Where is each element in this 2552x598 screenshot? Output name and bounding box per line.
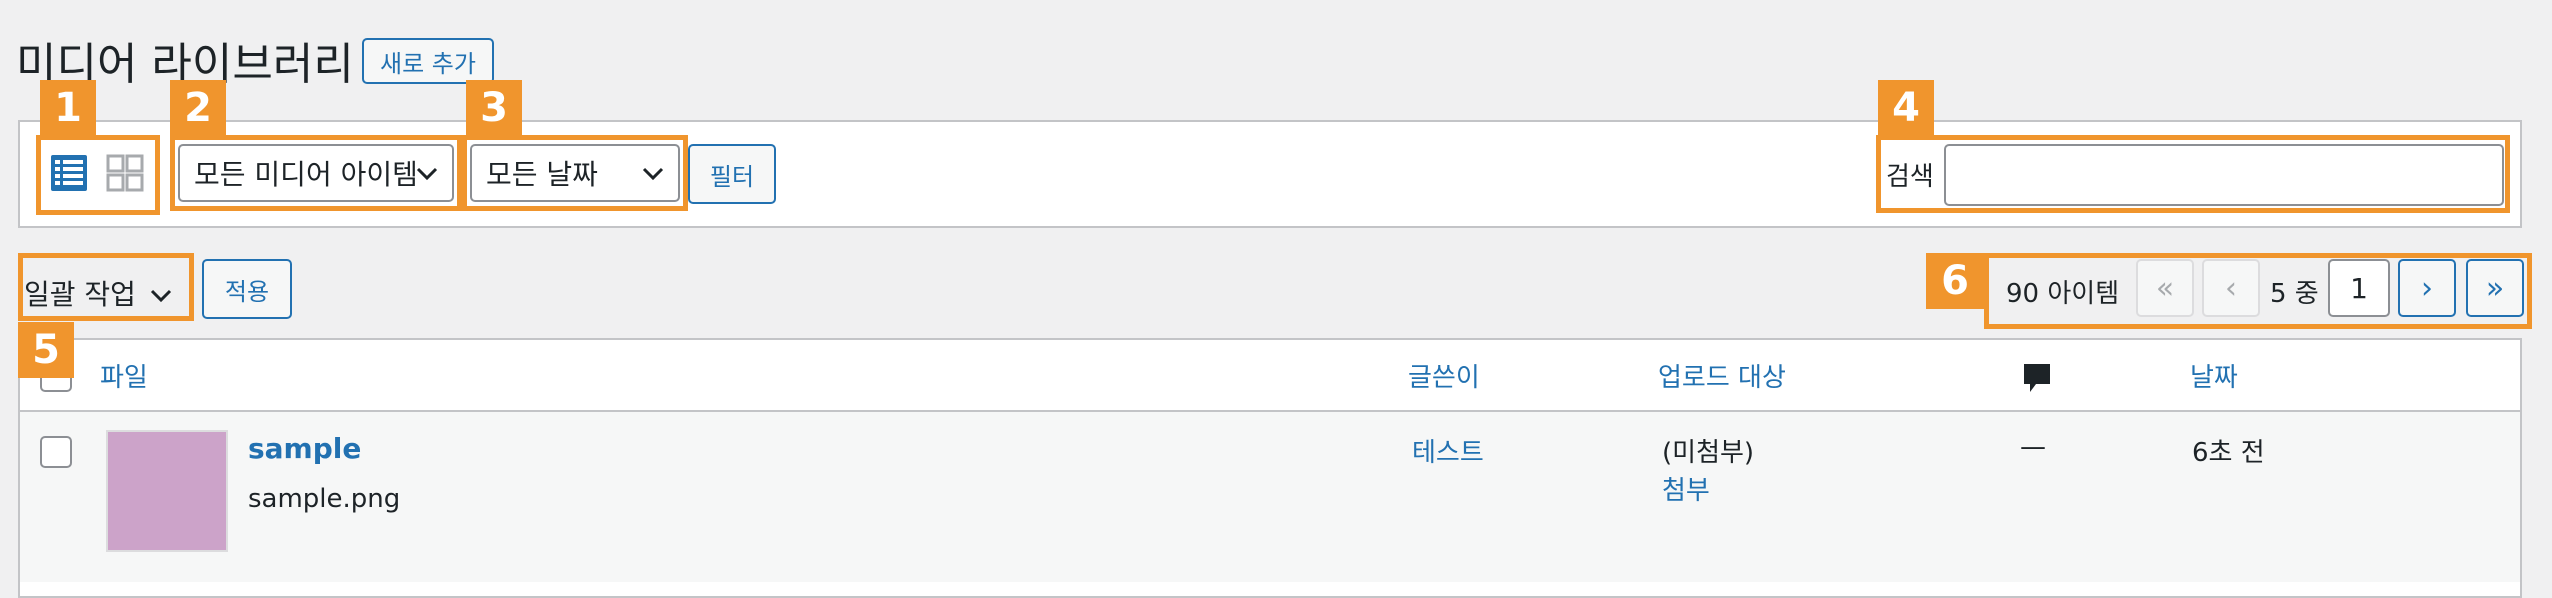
add-new-button[interactable]: 새로 추가 bbox=[362, 38, 494, 84]
column-author[interactable]: 글쓴이 bbox=[1408, 357, 1480, 394]
annotation-box-3 bbox=[462, 135, 688, 211]
annotation-label-4: 4 bbox=[1878, 80, 1934, 136]
annotation-label-6: 6 bbox=[1926, 253, 1984, 309]
column-uploaded-to[interactable]: 업로드 대상 bbox=[1658, 357, 1786, 394]
row-checkbox[interactable] bbox=[40, 436, 72, 468]
annotation-label-3: 3 bbox=[466, 80, 522, 136]
media-filename: sample.png bbox=[248, 484, 401, 514]
annotation-label-2: 2 bbox=[170, 80, 226, 136]
media-title-link[interactable]: sample bbox=[248, 432, 361, 465]
column-file[interactable]: 파일 bbox=[100, 357, 148, 394]
annotation-label-5: 5 bbox=[18, 322, 74, 378]
annotation-box-4 bbox=[1876, 135, 2510, 213]
annotation-box-1 bbox=[36, 135, 160, 215]
annotation-label-1: 1 bbox=[40, 80, 96, 136]
comment-count: — bbox=[2020, 432, 2046, 462]
filter-button[interactable]: 필터 bbox=[688, 144, 776, 204]
author-link[interactable]: 테스트 bbox=[1412, 432, 1484, 469]
media-thumbnail[interactable] bbox=[106, 430, 228, 552]
uploaded-to-status: (미첨부) bbox=[1662, 438, 1755, 468]
annotation-box-5 bbox=[18, 253, 194, 321]
apply-button[interactable]: 적용 bbox=[202, 259, 292, 319]
comment-icon[interactable] bbox=[2022, 362, 2052, 400]
row-date: 6초 전 bbox=[2192, 438, 2265, 468]
annotation-box-6 bbox=[1984, 253, 2532, 329]
column-date[interactable]: 날짜 bbox=[2190, 357, 2238, 394]
attach-link[interactable]: 첨부 bbox=[1662, 470, 1710, 507]
annotation-box-2 bbox=[170, 135, 462, 211]
